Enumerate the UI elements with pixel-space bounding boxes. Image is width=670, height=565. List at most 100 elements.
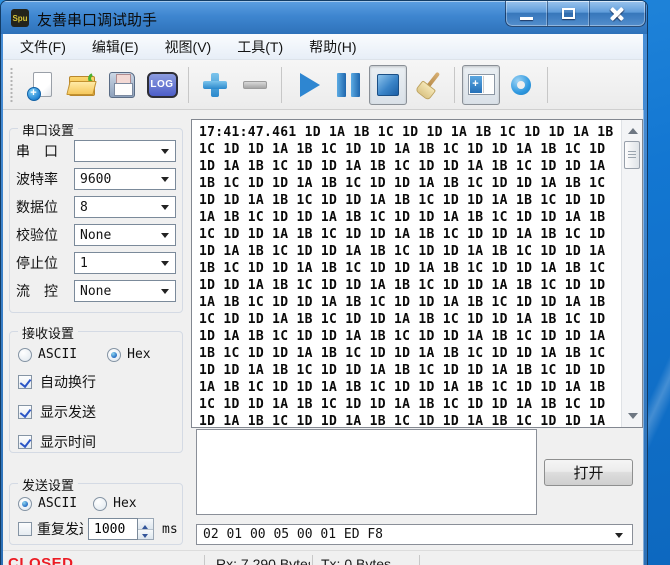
- repeat-interval-input[interactable]: 1000: [88, 518, 138, 540]
- toolbar-separator: [454, 67, 455, 103]
- clear-button[interactable]: [409, 65, 447, 105]
- save-button[interactable]: [103, 65, 141, 105]
- play-icon: [300, 73, 320, 97]
- menu-item[interactable]: 编辑(E): [79, 34, 152, 59]
- send-ascii-label: ASCII: [38, 496, 77, 511]
- stepper-up-icon[interactable]: [138, 519, 153, 530]
- menu-item[interactable]: 工具(T): [224, 34, 296, 59]
- checkbox-label: 自动换行: [40, 372, 96, 392]
- close-button[interactable]: [590, 1, 645, 26]
- toggle-panel-button[interactable]: +: [462, 65, 500, 105]
- scroll-down-icon[interactable]: [628, 413, 638, 419]
- open-port-button[interactable]: 打开: [544, 459, 633, 486]
- serial-settings-rows: 串 口 波特率 9600 数据位 8: [16, 140, 176, 302]
- vertical-scrollbar[interactable]: [621, 120, 642, 427]
- stepper-down-icon[interactable]: [138, 530, 153, 540]
- checkbox-label: 显示发送: [40, 402, 96, 422]
- toolbar-drag-grip[interactable]: [9, 67, 14, 103]
- minimize-icon: [520, 17, 533, 20]
- minus-icon: [243, 81, 267, 89]
- hex-line: 1C 1D 1D 1A 1B 1C 1D 1D 1A 1B 1C 1D 1D 1…: [199, 311, 621, 328]
- receive-option-row: 显示时间: [18, 432, 182, 452]
- hex-line: 1C 1D 1D 1A 1B 1C 1D 1D 1A 1B 1C 1D 1D 1…: [199, 396, 621, 413]
- scroll-up-icon[interactable]: [628, 128, 638, 134]
- field-combobox[interactable]: 1: [74, 252, 176, 274]
- receive-option-row: 自动换行: [18, 372, 182, 392]
- serial-settings-title: 串口设置: [18, 120, 78, 139]
- menu-item[interactable]: 视图(V): [152, 34, 225, 59]
- checkbox[interactable]: [18, 405, 32, 419]
- hex-line: 1D 1D 1A 1B 1C 1D 1D 1A 1B 1C 1D 1D 1A 1…: [199, 277, 621, 294]
- stepper-buttons: [138, 518, 154, 540]
- hex-line: 1D 1D 1A 1B 1C 1D 1D 1A 1B 1C 1D 1D 1A 1…: [199, 192, 621, 209]
- log-button[interactable]: LOG: [143, 65, 181, 105]
- scrollbar-thumb[interactable]: [624, 141, 640, 169]
- checkbox[interactable]: [18, 435, 32, 449]
- open-folder-icon: [68, 73, 97, 96]
- title-bar[interactable]: Spu 友善串口调试助手: [1, 1, 647, 34]
- stop-icon: [377, 74, 399, 96]
- remove-button[interactable]: [236, 65, 274, 105]
- send-hex-radio[interactable]: [93, 497, 107, 511]
- combobox-value: 9600: [80, 172, 111, 187]
- new-session-button[interactable]: +: [23, 65, 61, 105]
- pause-icon: [337, 73, 360, 97]
- log-icon: LOG: [147, 72, 178, 98]
- menu-item[interactable]: 文件(F): [7, 34, 79, 59]
- field-label: 数据位: [16, 197, 74, 217]
- receive-ascii-label: ASCII: [38, 347, 77, 362]
- send-settings-group: 发送设置 ASCII Hex 重复发送 1000 ms: [9, 483, 183, 545]
- receive-settings-group: 接收设置 ASCII Hex 自动换行 显示发送 显示时间: [9, 331, 183, 453]
- status-bar: CLOSED Rx: 7,290 Bytes Tx: 0 Bytes: [3, 550, 643, 565]
- menu-item[interactable]: 帮助(H): [296, 34, 369, 59]
- send-text-input[interactable]: [196, 429, 537, 515]
- start-button[interactable]: [289, 65, 327, 105]
- checkbox[interactable]: [18, 375, 32, 389]
- hex-line: 1B 1C 1D 1D 1A 1B 1C 1D 1D 1A 1B 1C 1D 1…: [199, 175, 621, 192]
- statusbar-divider: [419, 555, 420, 565]
- hex-line: 1D 1A 1B 1C 1D 1D 1A 1B 1C 1D 1D 1A 1B 1…: [199, 328, 621, 345]
- field-combobox[interactable]: None: [74, 280, 176, 302]
- field-combobox[interactable]: 9600: [74, 168, 176, 190]
- field-combobox[interactable]: None: [74, 224, 176, 246]
- field-combobox[interactable]: 8: [74, 196, 176, 218]
- add-button[interactable]: [196, 65, 234, 105]
- toolbar: + LOG +: [3, 60, 643, 110]
- repeat-interval-unit: ms: [162, 522, 178, 537]
- field-combobox[interactable]: [74, 140, 176, 162]
- repeat-send-checkbox[interactable]: [18, 522, 32, 536]
- receive-hex-radio[interactable]: [107, 348, 121, 362]
- panel-plus-icon: +: [468, 74, 495, 95]
- serial-field-row: 校验位 None: [16, 224, 176, 246]
- maximize-icon: [562, 8, 575, 19]
- chevron-down-icon: [161, 149, 169, 158]
- chevron-down-icon: [161, 289, 169, 298]
- receive-data-display[interactable]: 17:41:47.461 1D 1A 1B 1C 1D 1D 1A 1B 1C …: [191, 119, 643, 428]
- serial-field-row: 数据位 8: [16, 196, 176, 218]
- open-file-button[interactable]: [63, 65, 101, 105]
- chevron-down-icon: [161, 205, 169, 214]
- repeat-send-label: 重复发送: [37, 519, 83, 539]
- field-label: 流 控: [16, 281, 74, 301]
- pause-button[interactable]: [329, 65, 367, 105]
- receive-ascii-radio[interactable]: [18, 348, 32, 362]
- repeat-send-row: 重复发送 1000 ms: [18, 518, 182, 540]
- maximize-button[interactable]: [548, 1, 590, 26]
- send-ascii-radio[interactable]: [18, 497, 32, 511]
- checkbox-label: 显示时间: [40, 432, 96, 452]
- send-history-combobox[interactable]: 02 01 00 05 00 01 ED F8: [196, 524, 633, 545]
- send-settings-title: 发送设置: [18, 475, 78, 494]
- statusbar-divider: [312, 555, 313, 565]
- field-label: 波特率: [16, 169, 74, 189]
- hex-line: 1C 1D 1D 1A 1B 1C 1D 1D 1A 1B 1C 1D 1D 1…: [199, 226, 621, 243]
- stop-button[interactable]: [369, 65, 407, 105]
- hex-line: 1A 1B 1C 1D 1D 1A 1B 1C 1D 1D 1A 1B 1C 1…: [199, 209, 621, 226]
- chevron-down-icon: [161, 233, 169, 242]
- minimize-button[interactable]: [506, 1, 548, 26]
- settings-button[interactable]: [502, 65, 540, 105]
- repeat-interval-stepper: 1000: [88, 518, 154, 540]
- chevron-down-icon: [161, 261, 169, 270]
- combobox-value: 8: [80, 200, 88, 215]
- tx-byte-count: Tx: 0 Bytes: [321, 556, 391, 565]
- statusbar-divider: [204, 555, 205, 565]
